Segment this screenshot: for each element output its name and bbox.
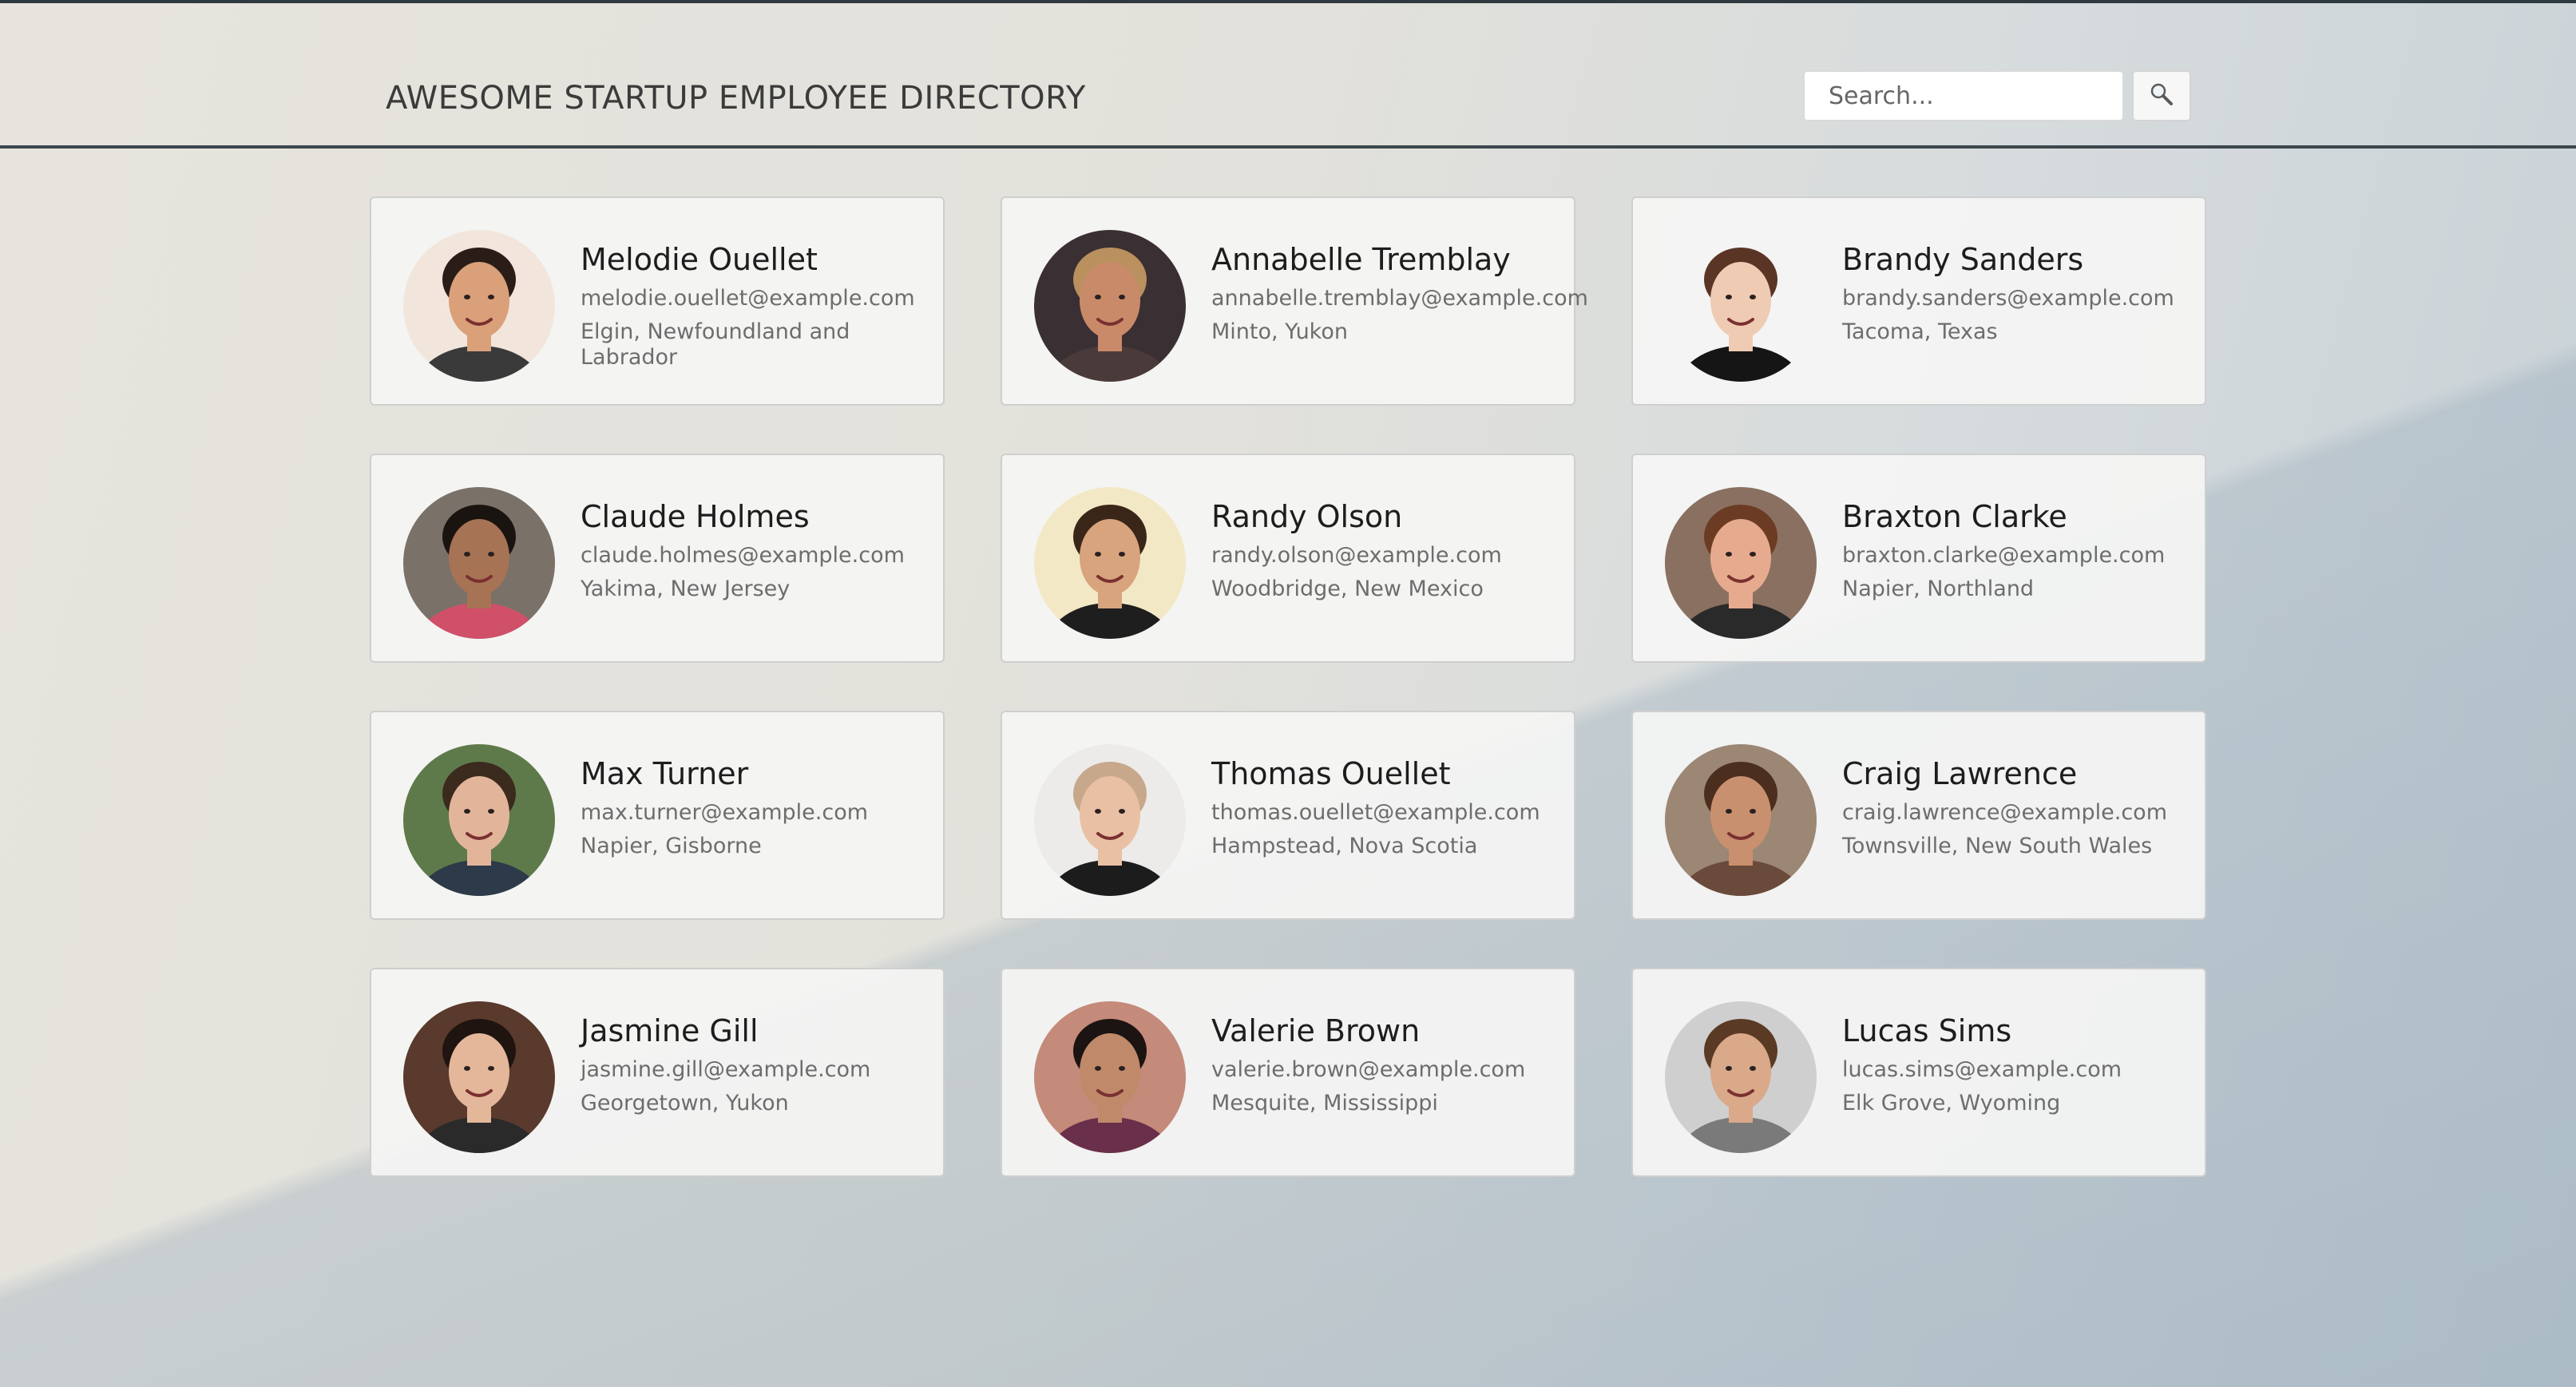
employee-avatar (403, 230, 555, 382)
employee-info: Craig Lawrence craig.lawrence@example.co… (1842, 755, 2186, 859)
employee-info: Braxton Clarke braxton.clarke@example.co… (1842, 498, 2186, 602)
employee-email: craig.lawrence@example.com (1842, 800, 2167, 825)
portrait-illustration (1034, 230, 1186, 382)
employee-name: Craig Lawrence (1842, 756, 2078, 791)
employee-email: braxton.clarke@example.com (1842, 543, 2166, 568)
employee-card[interactable]: Craig Lawrence craig.lawrence@example.co… (1631, 711, 2206, 920)
employee-avatar (1665, 744, 1817, 896)
employee-email: jasmine.gill@example.com (581, 1057, 871, 1082)
employee-avatar (403, 487, 555, 639)
employee-location: Napier, Gisborne (581, 834, 762, 858)
portrait-illustration (403, 1001, 555, 1153)
employee-card[interactable]: Melodie Ouellet melodie.ouellet@example.… (370, 196, 945, 406)
employee-location: Townsville, New South Wales (1842, 834, 2153, 858)
employee-email: annabelle.tremblay@example.com (1211, 286, 1588, 311)
employee-info: Valerie Brown valerie.brown@example.com … (1211, 1013, 1555, 1116)
employee-name: Valerie Brown (1211, 1013, 1421, 1048)
employee-name: Randy Olson (1211, 499, 1403, 534)
portrait-illustration (403, 487, 555, 639)
employee-email: claude.holmes@example.com (581, 543, 905, 568)
employee-card[interactable]: Valerie Brown valerie.brown@example.com … (1001, 968, 1575, 1177)
portrait-illustration (1665, 487, 1817, 639)
employee-email: melodie.ouellet@example.com (581, 286, 915, 311)
employee-avatar (1665, 487, 1817, 639)
employee-email: lucas.sims@example.com (1842, 1057, 2122, 1082)
search-input[interactable] (1803, 70, 2124, 121)
employee-avatar (1665, 230, 1817, 382)
portrait-illustration (1034, 744, 1186, 896)
employee-card[interactable]: Lucas Sims lucas.sims@example.com Elk Gr… (1631, 968, 2206, 1177)
employee-avatar (1665, 1001, 1817, 1153)
employee-location: Minto, Yukon (1211, 319, 1348, 344)
portrait-illustration (403, 230, 555, 382)
employee-card[interactable]: Jasmine Gill jasmine.gill@example.com Ge… (370, 968, 945, 1177)
portrait-illustration (1034, 1001, 1186, 1153)
employee-email: thomas.ouellet@example.com (1211, 800, 1540, 825)
search-button[interactable] (2132, 70, 2191, 121)
page-title: AWESOME STARTUP EMPLOYEE DIRECTORY (386, 80, 1086, 117)
employee-email: valerie.brown@example.com (1211, 1057, 1526, 1082)
employee-name: Jasmine Gill (581, 1013, 759, 1048)
employee-info: Jasmine Gill jasmine.gill@example.com Ge… (581, 1013, 924, 1116)
employee-info: Melodie Ouellet melodie.ouellet@example.… (581, 241, 924, 371)
employee-avatar (403, 744, 555, 896)
portrait-illustration (1665, 1001, 1817, 1153)
employee-info: Annabelle Tremblay annabelle.tremblay@ex… (1211, 241, 1588, 345)
employee-name: Braxton Clarke (1842, 499, 2067, 534)
employee-name: Annabelle Tremblay (1211, 242, 1511, 277)
page-header: AWESOME STARTUP EMPLOYEE DIRECTORY (0, 3, 2576, 149)
employee-card[interactable]: Claude Holmes claude.holmes@example.com … (370, 454, 945, 663)
employee-avatar (1034, 230, 1186, 382)
employee-card[interactable]: Randy Olson randy.olson@example.com Wood… (1001, 454, 1575, 663)
employee-name: Thomas Ouellet (1211, 756, 1451, 791)
employee-card[interactable]: Max Turner max.turner@example.com Napier… (370, 711, 945, 920)
portrait-illustration (1665, 744, 1817, 896)
employee-info: Randy Olson randy.olson@example.com Wood… (1211, 498, 1555, 602)
employee-card[interactable]: Thomas Ouellet thomas.ouellet@example.co… (1001, 711, 1575, 920)
employee-email: brandy.sanders@example.com (1842, 286, 2174, 311)
employee-name: Max Turner (581, 756, 749, 791)
employee-info: Lucas Sims lucas.sims@example.com Elk Gr… (1842, 1013, 2186, 1116)
employee-avatar (1034, 1001, 1186, 1153)
employee-info: Thomas Ouellet thomas.ouellet@example.co… (1211, 755, 1555, 859)
employee-card[interactable]: Annabelle Tremblay annabelle.tremblay@ex… (1001, 196, 1588, 406)
employee-name: Brandy Sanders (1842, 242, 2084, 277)
employee-location: Yakima, New Jersey (581, 577, 791, 601)
employee-avatar (403, 1001, 555, 1153)
employee-location: Woodbridge, New Mexico (1211, 577, 1484, 601)
employee-name: Lucas Sims (1842, 1013, 2012, 1048)
employee-email: randy.olson@example.com (1211, 543, 1502, 568)
employee-card[interactable]: Braxton Clarke braxton.clarke@example.co… (1631, 454, 2206, 663)
portrait-illustration (1665, 230, 1817, 382)
employee-location: Elk Grove, Wyoming (1842, 1091, 2061, 1116)
employee-name: Melodie Ouellet (581, 242, 818, 277)
employee-info: Claude Holmes claude.holmes@example.com … (581, 498, 924, 602)
portrait-illustration (1034, 487, 1186, 639)
employee-location: Georgetown, Yukon (581, 1091, 789, 1116)
employee-avatar (1034, 487, 1186, 639)
employee-location: Hampstead, Nova Scotia (1211, 834, 1478, 858)
portrait-illustration (403, 744, 555, 896)
employee-info: Brandy Sanders brandy.sanders@example.co… (1842, 241, 2186, 345)
employee-location: Mesquite, Mississippi (1211, 1091, 1438, 1116)
magnifier-icon (2150, 82, 2174, 109)
employee-card[interactable]: Brandy Sanders brandy.sanders@example.co… (1631, 196, 2206, 406)
employee-name: Claude Holmes (581, 499, 810, 534)
employee-location: Elgin, Newfoundland and Labrador (581, 319, 850, 370)
employee-gallery: Melodie Ouellet melodie.ouellet@example.… (370, 196, 2206, 1177)
employee-info: Max Turner max.turner@example.com Napier… (581, 755, 924, 859)
employee-avatar (1034, 744, 1186, 896)
employee-location: Napier, Northland (1842, 577, 2035, 601)
employee-email: max.turner@example.com (581, 800, 869, 825)
employee-location: Tacoma, Texas (1842, 319, 1998, 344)
